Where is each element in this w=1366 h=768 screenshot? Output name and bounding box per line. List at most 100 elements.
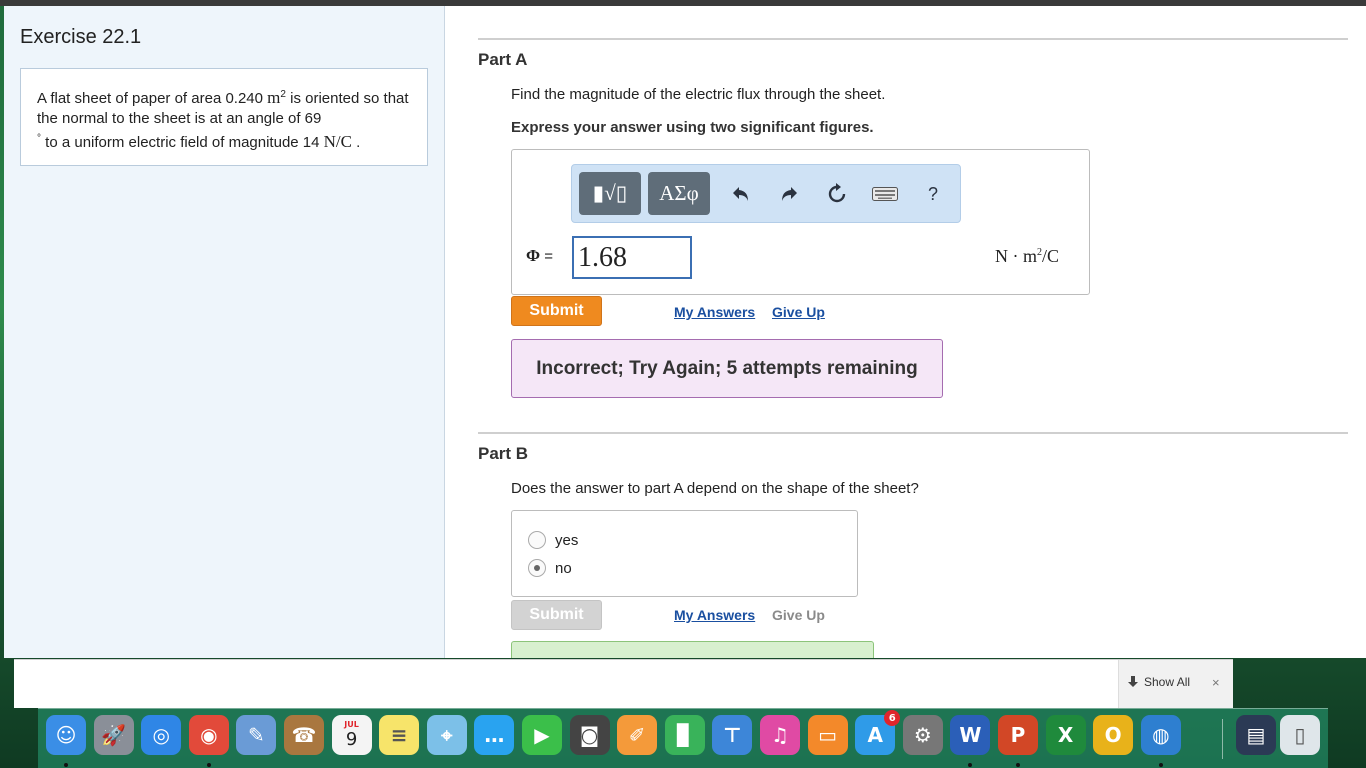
finder-glyph: ☺	[55, 723, 77, 747]
phi-symbol: Φ	[526, 246, 541, 265]
running-indicator	[206, 763, 211, 767]
notes-glyph: ≡	[390, 723, 408, 747]
part-a-question: Find the magnitude of the electric flux …	[511, 86, 886, 103]
close-icon[interactable]: ×	[1212, 675, 1220, 690]
part-a-instruction: Express your answer using two significan…	[511, 119, 874, 136]
templates-button[interactable]: ▮√▯	[579, 172, 641, 215]
redo-icon[interactable]	[776, 181, 802, 207]
correct-feedback-box	[511, 641, 874, 658]
radio-no[interactable]	[528, 559, 546, 577]
option-yes-label: yes	[555, 531, 579, 549]
powerpoint-icon[interactable]: P	[998, 715, 1038, 755]
part-b-title: Part B	[478, 444, 529, 463]
radio-yes[interactable]	[528, 531, 546, 549]
download-arrow-icon	[1128, 676, 1138, 687]
part-b-my-answers-link[interactable]: My Answers	[674, 607, 755, 623]
dock: ☺ 🚀 ◎ ◉ ✎ ☎ JUL 9 ≡ ⌖ … ▶ ◙ ✐ ▊ ⊤ ♫ ▭ A 6 ⚙ W P X O ◍ ▤ ▯	[38, 708, 1328, 768]
field-unit: N/C	[323, 132, 352, 151]
area-unit: m	[267, 88, 281, 107]
excel-glyph: X	[1057, 723, 1074, 747]
keynote-glyph: ⊤	[723, 723, 742, 747]
itunes-icon[interactable]: ♫	[760, 715, 800, 755]
itunes-glyph: ♫	[771, 723, 789, 747]
running-indicator	[1016, 763, 1020, 767]
pages-glyph: ✐	[628, 723, 646, 747]
safari-icon[interactable]: ◎	[141, 715, 182, 755]
chrome-glyph: ◉	[200, 723, 218, 747]
part-a-give-up-link[interactable]: Give Up	[772, 304, 825, 320]
answer-units: N · m2/C	[995, 246, 1059, 267]
facetime-glyph: ▶	[534, 723, 550, 747]
pages-icon[interactable]: ✐	[617, 715, 658, 755]
part-a-divider	[478, 38, 1348, 40]
running-indicator	[64, 763, 68, 767]
launchpad-glyph: 🚀	[101, 723, 127, 747]
part-a-submit-button[interactable]: Submit	[511, 296, 602, 326]
word-icon[interactable]: W	[950, 715, 991, 755]
calendar-day: 9	[345, 729, 358, 750]
exercise-title: Exercise 22.1	[20, 26, 142, 48]
word-glyph: W	[959, 723, 982, 747]
photo-booth-glyph: ◙	[579, 723, 600, 747]
option-no[interactable]: no	[528, 559, 572, 577]
help-icon[interactable]: ?	[920, 181, 946, 207]
show-all-label: Show All	[1144, 675, 1191, 689]
part-b-give-up-link[interactable]: Give Up	[772, 607, 825, 623]
numbers-icon[interactable]: ▊	[664, 715, 705, 755]
keyboard-icon[interactable]	[870, 181, 900, 207]
downloads-bar: Show All ×	[14, 659, 1233, 708]
math-toolbar: ▮√▯ ΑΣφ ?	[571, 164, 961, 223]
problem-statement: A flat sheet of paper of area 0.240 m2 i…	[20, 68, 428, 166]
chrome-icon[interactable]: ◉	[188, 715, 229, 755]
radio-selected-dot	[534, 565, 540, 571]
greek-symbols-button[interactable]: ΑΣφ	[648, 172, 710, 215]
show-all-button[interactable]: Show All	[1127, 675, 1190, 689]
launchpad-icon[interactable]: 🚀	[93, 715, 134, 755]
numbers-glyph: ▊	[677, 723, 693, 747]
downloads-area	[14, 660, 1118, 708]
problem-pane: Exercise 22.1 A flat sheet of paper of a…	[4, 6, 445, 658]
calendar-icon[interactable]: JUL 9	[331, 715, 372, 755]
ibooks-icon[interactable]: ▭	[807, 715, 848, 755]
excel-icon[interactable]: X	[1045, 715, 1086, 755]
app-store-badge: 6	[884, 710, 901, 726]
keynote-icon[interactable]: ⊤	[712, 715, 753, 755]
dock-separator	[1222, 719, 1223, 759]
part-b-submit-button[interactable]: Submit	[511, 600, 602, 630]
documents-folder-icon[interactable]: ▤	[1236, 715, 1276, 755]
running-indicator	[1158, 763, 1163, 767]
part-a-my-answers-link[interactable]: My Answers	[674, 304, 755, 320]
option-yes[interactable]: yes	[528, 531, 578, 549]
flux-answer-input[interactable]	[572, 236, 692, 279]
notes-icon[interactable]: ≡	[379, 715, 420, 755]
system-preferences-icon[interactable]: ⚙	[902, 715, 943, 755]
part-b-divider	[478, 432, 1348, 434]
facetime-icon[interactable]: ▶	[522, 715, 562, 755]
ibooks-glyph: ▭	[818, 723, 838, 747]
outlook-glyph: O	[1104, 723, 1122, 747]
photo-booth-icon[interactable]: ◙	[569, 715, 610, 755]
units-numerator: N · m	[994, 246, 1037, 266]
maps-glyph: ⌖	[441, 723, 453, 747]
trash-icon[interactable]: ▯	[1280, 715, 1320, 755]
outlook-icon[interactable]: O	[1093, 715, 1134, 755]
preview-icon[interactable]: ✎	[236, 715, 277, 755]
help-glyph: ?	[927, 183, 938, 204]
maps-icon[interactable]: ⌖	[426, 715, 467, 755]
finder-icon[interactable]: ☺	[46, 715, 86, 755]
contacts-icon[interactable]: ☎	[284, 715, 324, 755]
undo-icon[interactable]	[728, 181, 754, 207]
reset-icon[interactable]	[824, 181, 850, 207]
documents-folder-glyph: ▤	[1246, 723, 1266, 747]
app-store-glyph: A	[867, 723, 883, 747]
units-denominator: /C	[1041, 246, 1059, 266]
safari-glyph: ◎	[152, 723, 170, 747]
variable-label: Φ =	[526, 246, 553, 266]
messages-icon[interactable]: …	[474, 715, 515, 755]
system-preferences-glyph: ⚙	[913, 723, 932, 747]
equals-sign: =	[540, 248, 554, 265]
network-globe-icon[interactable]: ◍	[1140, 715, 1181, 755]
app-store-icon[interactable]: A6	[855, 710, 901, 755]
incorrect-feedback: Incorrect; Try Again; 5 attempts remaini…	[511, 339, 943, 398]
part-a-title: Part A	[478, 50, 528, 69]
